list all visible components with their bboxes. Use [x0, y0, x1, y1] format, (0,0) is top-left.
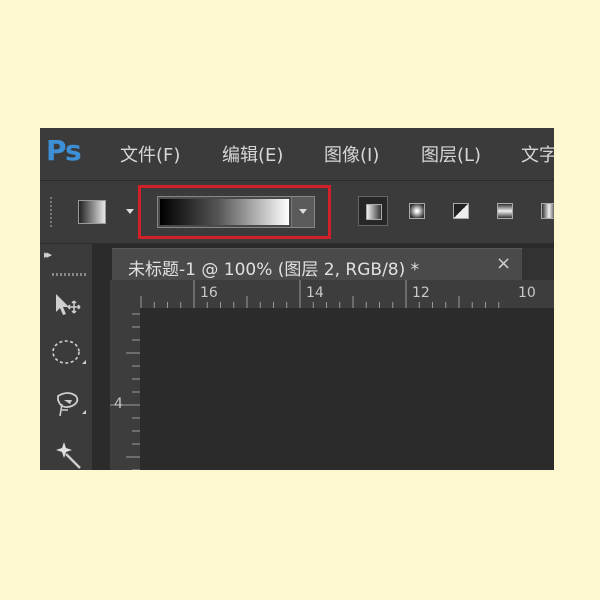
- menu-bar: Ps 文件(F) 编辑(E) 图像(I) 图层(L) 文字: [40, 128, 554, 180]
- angle-gradient-button[interactable]: [446, 196, 476, 226]
- lasso-icon: [57, 392, 86, 417]
- ruler-origin[interactable]: [110, 280, 140, 308]
- menu-type[interactable]: 文字: [521, 141, 554, 167]
- reflected-gradient-button[interactable]: [490, 196, 520, 226]
- tools-panel-grip[interactable]: [52, 273, 88, 276]
- magic-wand-icon: [56, 442, 81, 469]
- document-tab[interactable]: 未标题-1 @ 100% (图层 2, RGB/8) * ×: [112, 248, 522, 281]
- photoshop-window: Ps 文件(F) 编辑(E) 图像(I) 图层(L) 文字 ▸▸ 未标题-1 @…: [40, 128, 554, 470]
- close-icon[interactable]: ×: [496, 253, 511, 274]
- menu-edit[interactable]: 编辑(E): [222, 141, 283, 167]
- move-tool[interactable]: [50, 288, 86, 320]
- gradient-dropdown-button[interactable]: [291, 197, 314, 227]
- diamond-gradient-icon: [541, 203, 554, 219]
- elliptical-marquee-tool[interactable]: [50, 338, 86, 370]
- ruler-horizontal[interactable]: 16 14 12 10: [140, 280, 554, 308]
- document-tab-title: 未标题-1 @ 100% (图层 2, RGB/8) *: [128, 260, 420, 280]
- collapse-panel-icon[interactable]: ▸▸: [44, 248, 52, 261]
- ps-logo: Ps: [46, 134, 82, 167]
- ruler-vertical[interactable]: 4: [110, 308, 140, 470]
- linear-gradient-icon: [366, 204, 382, 220]
- menu-image[interactable]: 图像(I): [324, 141, 379, 167]
- ruler-label: 12: [412, 285, 430, 301]
- menu-file[interactable]: 文件(F): [120, 141, 180, 167]
- menu-layer[interactable]: 图层(L): [421, 141, 481, 167]
- linear-gradient-button[interactable]: [358, 196, 388, 226]
- elliptical-marquee-icon: [52, 340, 86, 364]
- radial-gradient-button[interactable]: [402, 196, 432, 226]
- tool-preset-picker[interactable]: [78, 200, 106, 224]
- options-bar-grip[interactable]: [50, 197, 52, 227]
- ruler-vertical-ticks: [110, 313, 140, 470]
- tools-panel: ▸▸: [40, 244, 93, 470]
- magic-wand-tool[interactable]: [50, 438, 86, 470]
- document-canvas[interactable]: [140, 308, 554, 470]
- ruler-label: 4: [114, 396, 123, 412]
- chevron-down-icon: [299, 209, 307, 214]
- ruler-label: 10: [518, 285, 536, 301]
- move-icon: [56, 294, 81, 315]
- gradient-preview[interactable]: [160, 199, 289, 225]
- options-bar: [40, 180, 554, 243]
- tab-strip-empty: [522, 248, 554, 280]
- diamond-gradient-button[interactable]: [534, 196, 554, 226]
- ruler-label: 16: [200, 285, 218, 301]
- gradient-picker[interactable]: [157, 196, 315, 228]
- lasso-tool[interactable]: [50, 388, 86, 420]
- radial-gradient-icon: [409, 203, 425, 219]
- tool-preset-dropdown-icon[interactable]: [126, 209, 134, 214]
- angle-gradient-icon: [453, 203, 469, 219]
- ruler-label: 14: [306, 285, 324, 301]
- reflected-gradient-icon: [497, 203, 513, 219]
